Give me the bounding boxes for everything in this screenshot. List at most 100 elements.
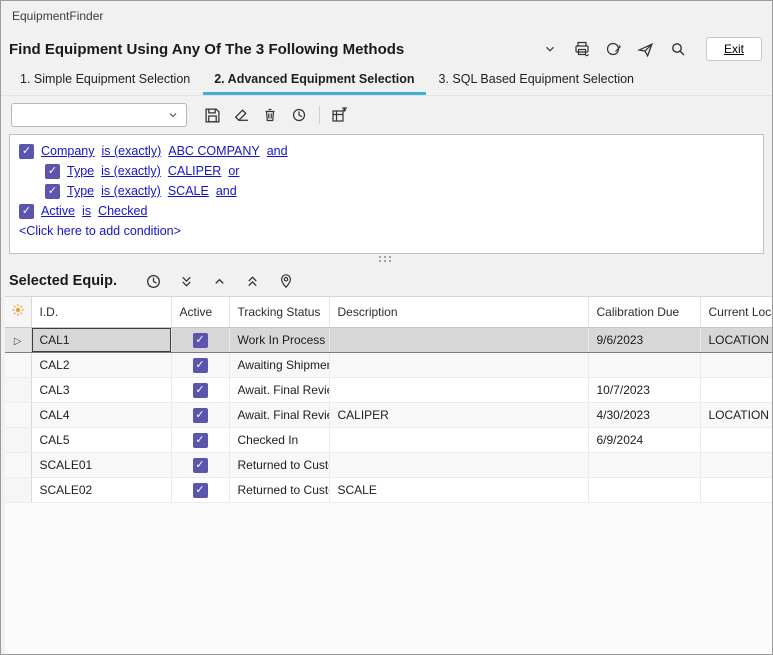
- cell-description[interactable]: [329, 452, 588, 477]
- row-indicator-cell[interactable]: [5, 477, 31, 502]
- condition-link[interactable]: Company: [41, 144, 95, 158]
- chevron-down-icon[interactable]: [538, 37, 562, 61]
- condition-link[interactable]: and: [216, 184, 237, 198]
- column-header-active[interactable]: Active: [171, 297, 229, 327]
- cell-current-location[interactable]: LOCATION 1: [700, 327, 772, 352]
- cell-description[interactable]: SCALE: [329, 477, 588, 502]
- condition-link[interactable]: Active: [41, 204, 75, 218]
- cell-current-location[interactable]: [700, 427, 772, 452]
- condition-link[interactable]: Checked: [98, 204, 147, 218]
- table-row[interactable]: CAL2 ✓ Awaiting Shipment: [5, 352, 772, 377]
- row-indicator-cell[interactable]: [5, 377, 31, 402]
- condition-link[interactable]: Type: [67, 164, 94, 178]
- cell-calibration-due[interactable]: [588, 452, 700, 477]
- cell-calibration-due[interactable]: 10/7/2023: [588, 377, 700, 402]
- cell-active[interactable]: ✓: [171, 352, 229, 377]
- condition-link[interactable]: and: [267, 144, 288, 158]
- cell-description[interactable]: [329, 377, 588, 402]
- saved-filter-combobox[interactable]: [11, 103, 187, 127]
- column-chooser-icon[interactable]: [328, 103, 352, 127]
- condition-checkbox[interactable]: ✓: [19, 144, 34, 159]
- tab-advanced-selection[interactable]: 2. Advanced Equipment Selection: [203, 67, 425, 95]
- cell-description[interactable]: CALIPER: [329, 402, 588, 427]
- double-chevron-down-icon[interactable]: [175, 269, 199, 293]
- active-checkbox[interactable]: ✓: [193, 458, 208, 473]
- cell-calibration-due[interactable]: 4/30/2023: [588, 402, 700, 427]
- cell-current-location[interactable]: [700, 352, 772, 377]
- cell-id[interactable]: CAL2: [31, 352, 171, 377]
- edit-circle-icon[interactable]: [602, 37, 626, 61]
- cell-current-location[interactable]: [700, 377, 772, 402]
- row-indicator-cell[interactable]: [5, 352, 31, 377]
- condition-checkbox[interactable]: ✓: [45, 184, 60, 199]
- active-checkbox[interactable]: ✓: [193, 358, 208, 373]
- column-header-current-location[interactable]: Current Location: [700, 297, 772, 327]
- cell-tracking-status[interactable]: Await. Final Review: [229, 377, 329, 402]
- condition-checkbox[interactable]: ✓: [19, 204, 34, 219]
- double-chevron-up-icon[interactable]: [241, 269, 265, 293]
- row-indicator-cell[interactable]: [5, 452, 31, 477]
- cell-id[interactable]: SCALE01: [31, 452, 171, 477]
- cell-calibration-due[interactable]: 9/6/2023: [588, 327, 700, 352]
- table-row[interactable]: CAL5 ✓ Checked In 6/9/2024: [5, 427, 772, 452]
- location-pin-icon[interactable]: [274, 269, 298, 293]
- condition-link[interactable]: is (exactly): [101, 164, 161, 178]
- table-row[interactable]: CAL4✓Await. Final ReviewCALIPER4/30/2023…: [5, 402, 772, 427]
- row-indicator-cell[interactable]: ▷: [5, 327, 31, 352]
- cell-id[interactable]: CAL5: [31, 427, 171, 452]
- tab-sql-selection[interactable]: 3. SQL Based Equipment Selection: [428, 67, 646, 95]
- active-checkbox[interactable]: ✓: [193, 433, 208, 448]
- table-row[interactable]: CAL3✓Await. Final Review 10/7/2023: [5, 377, 772, 402]
- cell-active[interactable]: ✓: [171, 402, 229, 427]
- search-icon[interactable]: [666, 37, 690, 61]
- cell-id[interactable]: CAL3: [31, 377, 171, 402]
- cell-tracking-status[interactable]: Checked In: [229, 427, 329, 452]
- condition-link[interactable]: is (exactly): [102, 144, 162, 158]
- column-header-tracking-status[interactable]: Tracking Status: [229, 297, 329, 327]
- condition-link[interactable]: or: [228, 164, 239, 178]
- chevron-up-icon[interactable]: [208, 269, 232, 293]
- table-row[interactable]: SCALE01 ✓ Returned to Customer: [5, 452, 772, 477]
- cell-tracking-status[interactable]: Returned to Customer: [229, 452, 329, 477]
- cell-active[interactable]: ✓: [171, 452, 229, 477]
- eraser-icon[interactable]: [229, 103, 253, 127]
- save-icon[interactable]: [200, 103, 224, 127]
- condition-link[interactable]: Type: [67, 184, 94, 198]
- cell-calibration-due[interactable]: [588, 477, 700, 502]
- condition-link[interactable]: is: [82, 204, 91, 218]
- add-condition-link[interactable]: <Click here to add condition>: [19, 224, 754, 238]
- condition-link[interactable]: SCALE: [168, 184, 209, 198]
- cell-current-location[interactable]: [700, 452, 772, 477]
- column-header-id[interactable]: I.D.: [31, 297, 171, 327]
- row-indicator-cell[interactable]: [5, 427, 31, 452]
- active-checkbox[interactable]: ✓: [193, 483, 208, 498]
- cell-tracking-status[interactable]: Await. Final Review: [229, 402, 329, 427]
- cell-tracking-status[interactable]: Awaiting Shipment: [229, 352, 329, 377]
- cell-description[interactable]: [329, 327, 588, 352]
- cell-id[interactable]: SCALE02: [31, 477, 171, 502]
- row-indicator-cell[interactable]: [5, 402, 31, 427]
- column-header-calibration-due[interactable]: Calibration Due: [588, 297, 700, 327]
- cell-current-location[interactable]: [700, 477, 772, 502]
- delete-icon[interactable]: [258, 103, 282, 127]
- print-icon[interactable]: [570, 37, 594, 61]
- cell-active[interactable]: ✓: [171, 427, 229, 452]
- history-icon[interactable]: [287, 103, 311, 127]
- panel-splitter[interactable]: [1, 254, 772, 266]
- cell-active[interactable]: ✓: [171, 327, 229, 352]
- cell-current-location[interactable]: LOCATION 1: [700, 402, 772, 427]
- cell-id[interactable]: CAL1: [31, 327, 171, 352]
- condition-link[interactable]: is (exactly): [101, 184, 161, 198]
- cell-description[interactable]: [329, 427, 588, 452]
- cell-active[interactable]: ✓: [171, 377, 229, 402]
- table-row[interactable]: ▷CAL1✓Work In Process9/6/2023LOCATION 1: [5, 327, 772, 352]
- exit-button[interactable]: Exit: [706, 37, 762, 61]
- cell-calibration-due[interactable]: [588, 352, 700, 377]
- cell-active[interactable]: ✓: [171, 477, 229, 502]
- tab-simple-selection[interactable]: 1. Simple Equipment Selection: [9, 67, 201, 95]
- condition-checkbox[interactable]: ✓: [45, 164, 60, 179]
- column-header-description[interactable]: Description: [329, 297, 588, 327]
- cell-calibration-due[interactable]: 6/9/2024: [588, 427, 700, 452]
- grid-corner-cell[interactable]: [5, 297, 31, 327]
- active-checkbox[interactable]: ✓: [193, 408, 208, 423]
